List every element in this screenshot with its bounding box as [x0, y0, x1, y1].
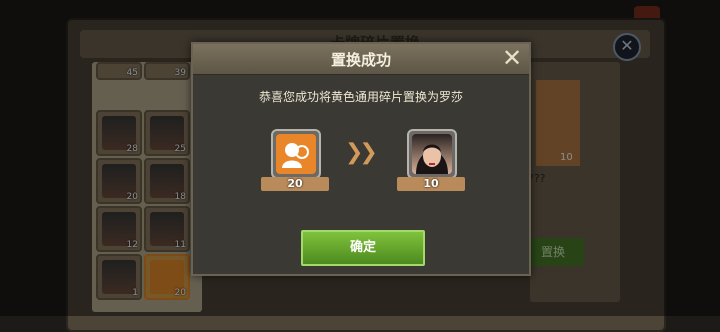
- source-count: 20: [261, 177, 329, 191]
- dialog-title: 置换成功: [330, 51, 391, 69]
- target-count: 10: [397, 177, 465, 191]
- orange-universal-fragment-icon: [276, 134, 316, 174]
- rosa-portrait-icon: [412, 134, 452, 174]
- confirm-button[interactable]: 确定: [301, 230, 425, 266]
- double-chevron-right-icon: ❯❯: [345, 140, 378, 165]
- dialog-message: 恭喜您成功将黄色通用碎片置换为罗莎: [258, 90, 463, 104]
- close-icon[interactable]: ✕: [500, 46, 524, 70]
- target-hero-slot: [407, 129, 457, 179]
- exchange-success-dialog: 置换成功 ✕ 恭喜您成功将黄色通用碎片置换为罗莎 20 ❯❯ 10 确定: [191, 42, 531, 276]
- source-fragment-slot: [271, 129, 321, 179]
